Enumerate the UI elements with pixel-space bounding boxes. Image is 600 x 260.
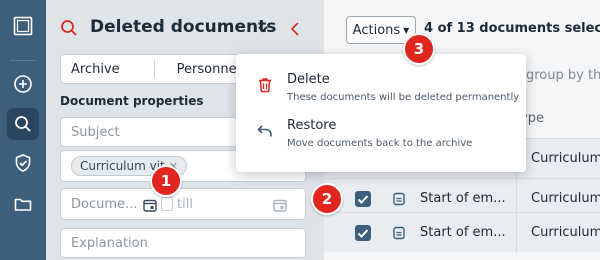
checkmark-icon bbox=[357, 229, 369, 238]
menu-item-delete[interactable]: Delete These documents will be deleted p… bbox=[236, 64, 526, 110]
document-icon bbox=[393, 226, 405, 240]
explanation-field[interactable]: Explanation bbox=[60, 228, 306, 258]
selection-count: 4 of 13 documents selected bbox=[424, 21, 600, 36]
row-name: Start of em... bbox=[420, 191, 506, 206]
row-type: Curriculum... bbox=[531, 151, 600, 166]
add-icon[interactable] bbox=[7, 68, 39, 100]
row-type: Curriculum... bbox=[531, 225, 600, 240]
row-name: Start of em... bbox=[420, 225, 506, 240]
panel-title: Deleted documents bbox=[90, 17, 277, 37]
calendar-icon[interactable] bbox=[143, 198, 157, 212]
menu-item-title: Restore bbox=[287, 118, 337, 133]
collapse-panel-icon[interactable] bbox=[288, 21, 302, 37]
date-range-field[interactable]: Docume... till bbox=[60, 188, 306, 220]
subject-placeholder: Subject bbox=[71, 124, 120, 140]
table-row[interactable]: Start of em... Curriculum... bbox=[324, 212, 600, 253]
rail-divider bbox=[10, 60, 36, 61]
calendar-icon[interactable] bbox=[273, 198, 287, 212]
callout-badge-2: 2 bbox=[311, 183, 343, 215]
date-from-placeholder: Docume... bbox=[71, 197, 138, 212]
nav-rail bbox=[0, 0, 46, 260]
explanation-placeholder: Explanation bbox=[71, 235, 148, 251]
shield-icon[interactable] bbox=[7, 147, 39, 179]
segment-archive[interactable]: Archive bbox=[61, 62, 120, 77]
chevron-down-icon[interactable] bbox=[256, 22, 270, 36]
date-separator bbox=[161, 197, 173, 211]
panel-header: Deleted documents bbox=[46, 10, 324, 48]
app-logo-icon[interactable] bbox=[7, 10, 39, 42]
document-icon bbox=[393, 192, 405, 206]
menu-item-restore[interactable]: Restore Move documents back to the archi… bbox=[236, 110, 526, 156]
menu-item-description: Move documents back to the archive bbox=[287, 138, 473, 149]
date-till-placeholder: till bbox=[177, 197, 193, 212]
menu-item-description: These documents will be deleted permanen… bbox=[287, 92, 520, 103]
trash-icon bbox=[259, 78, 271, 93]
search-icon bbox=[61, 20, 77, 36]
folder-icon[interactable] bbox=[7, 188, 39, 220]
row-checkbox[interactable] bbox=[355, 225, 371, 241]
callout-badge-1: 1 bbox=[150, 165, 182, 197]
section-label: Document properties bbox=[60, 94, 204, 108]
actions-menu: Delete These documents will be deleted p… bbox=[236, 54, 526, 172]
menu-item-title: Delete bbox=[287, 72, 330, 87]
caret-down-icon: ▼ bbox=[403, 25, 410, 35]
checkmark-icon bbox=[357, 195, 369, 204]
undo-icon bbox=[257, 125, 272, 137]
actions-label: Actions bbox=[352, 22, 401, 38]
row-checkbox[interactable] bbox=[355, 191, 371, 207]
callout-badge-3: 3 bbox=[403, 33, 435, 65]
group-by-hint: group by th bbox=[526, 68, 600, 83]
column-divider bbox=[516, 213, 517, 253]
segment-personnel[interactable]: Personnel bbox=[155, 62, 241, 77]
search-icon[interactable] bbox=[7, 108, 39, 140]
row-type: Curriculum... bbox=[531, 191, 600, 206]
